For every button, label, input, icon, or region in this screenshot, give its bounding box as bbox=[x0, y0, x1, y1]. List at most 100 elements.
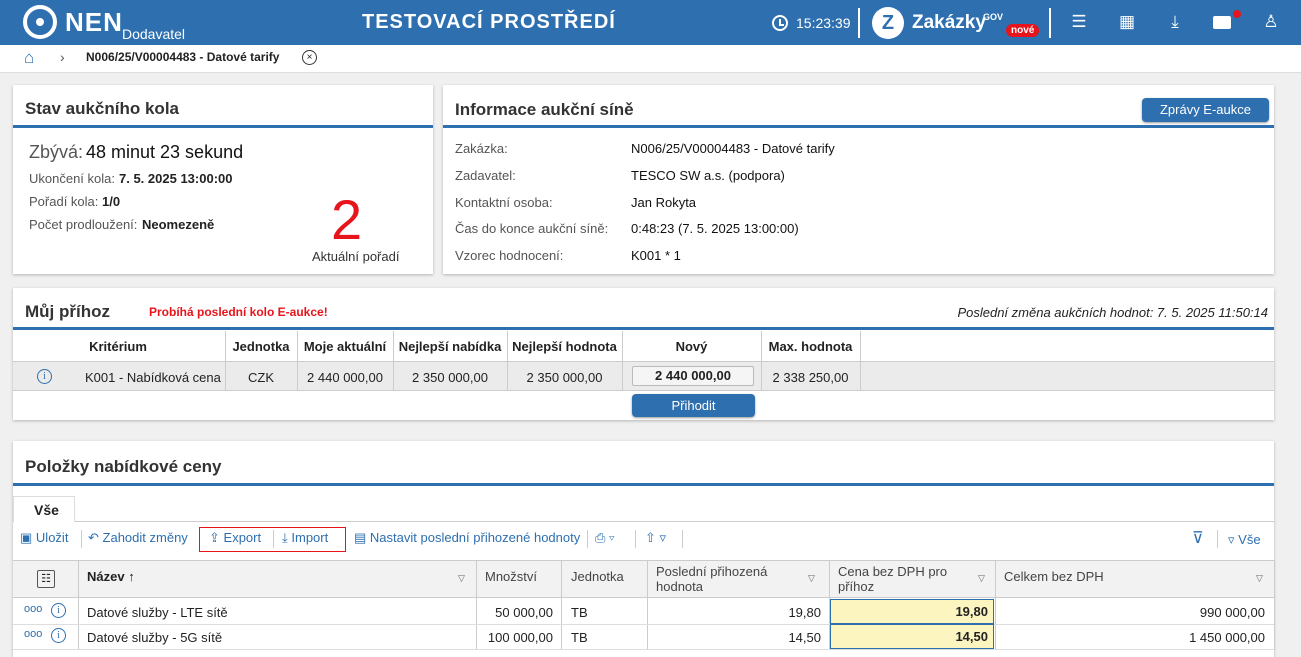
col-header-name[interactable]: Název ↑ bbox=[87, 569, 135, 606]
new-bid-input[interactable]: 2 440 000,00 bbox=[632, 366, 754, 386]
home-icon[interactable]: ⌂ bbox=[24, 48, 34, 68]
chevron-right-icon: › bbox=[60, 49, 65, 65]
export-icon: ⇪ bbox=[209, 530, 220, 545]
save-button[interactable]: ▣ Uložit bbox=[20, 530, 68, 546]
environment-title: TESTOVACÍ PROSTŘEDÍ bbox=[362, 11, 616, 33]
info-icon[interactable]: i bbox=[51, 628, 66, 643]
best-value-cell: 2 350 000,00 bbox=[526, 370, 603, 385]
extensions-value: Neomezeně bbox=[142, 217, 215, 232]
calendar-icon[interactable]: ▦ bbox=[1117, 12, 1137, 32]
auction-messages-button[interactable]: Zprávy E-aukce bbox=[1142, 98, 1269, 122]
divider bbox=[443, 125, 1274, 128]
share-menu-button[interactable]: ⇧ ▿ bbox=[645, 530, 666, 546]
item-total: 990 000,00 bbox=[1199, 605, 1265, 620]
chevron-down-icon[interactable]: ▽ bbox=[1256, 573, 1263, 584]
item-quantity: 50 000,00 bbox=[495, 605, 553, 620]
discard-label: Zahodit změny bbox=[102, 530, 188, 545]
discard-changes-button[interactable]: ↶ Zahodit změny bbox=[88, 530, 188, 546]
place-bid-button[interactable]: Přihodit bbox=[632, 394, 755, 417]
divider bbox=[561, 560, 562, 650]
column-settings-icon[interactable]: ☷ bbox=[37, 570, 55, 588]
col-header-best-value: Nejlepší hodnota bbox=[512, 339, 617, 354]
divider bbox=[13, 483, 1274, 486]
user-icon[interactable]: ♙ bbox=[1261, 12, 1281, 32]
info-value: K001 * 1 bbox=[631, 248, 681, 263]
col-header-criterion: Kritérium bbox=[89, 339, 147, 354]
new-badge: nové bbox=[1006, 24, 1040, 37]
chevron-down-icon[interactable]: ▽ bbox=[978, 573, 985, 584]
item-price-input[interactable]: 19,80 bbox=[830, 599, 994, 624]
info-value: N006/25/V00004483 - Datové tarify bbox=[631, 141, 835, 156]
download-icon[interactable]: ⤓ bbox=[1165, 12, 1185, 32]
info-value: TESCO SW a.s. (podpora) bbox=[631, 168, 785, 183]
mail-icon[interactable] bbox=[1213, 16, 1231, 29]
card-title: Můj příhoz bbox=[25, 302, 110, 321]
auction-info-card: Informace aukční síně Zprávy E-aukce Zak… bbox=[443, 85, 1274, 274]
col-header-last-bid[interactable]: Poslední přihozená hodnota bbox=[656, 564, 786, 601]
chevron-down-icon[interactable]: ▽ bbox=[458, 573, 465, 584]
item-name: Datové služby - LTE sítě bbox=[87, 605, 228, 620]
brand-name[interactable]: NEN bbox=[65, 7, 123, 38]
info-icon[interactable]: i bbox=[37, 369, 52, 384]
print-icon: ⎙ bbox=[595, 530, 606, 545]
tab-all[interactable]: Vše bbox=[13, 496, 75, 522]
col-header-unit[interactable]: Jednotka bbox=[571, 569, 624, 606]
extensions-label: Počet prodloužení: bbox=[29, 217, 138, 232]
info-label: Čas do konce aukční síně: bbox=[455, 221, 609, 236]
col-header-price[interactable]: Cena bez DPH pro příhoz bbox=[838, 564, 968, 601]
info-icon[interactable]: i bbox=[51, 603, 66, 618]
chevron-down-icon[interactable]: ▽ bbox=[808, 573, 815, 584]
current-rank: 2 bbox=[331, 188, 363, 251]
item-last-bid: 19,80 bbox=[788, 605, 821, 620]
sort-ascending-icon: ↑ bbox=[128, 569, 135, 584]
end-value: 7. 5. 2025 13:00:00 bbox=[119, 171, 233, 186]
view-filter-dropdown[interactable]: ▿ Vše bbox=[1228, 532, 1261, 548]
more-options-icon[interactable]: ooo bbox=[24, 603, 42, 615]
import-button[interactable]: ⤓ Import bbox=[282, 530, 328, 546]
zakazky-title[interactable]: Zakázky bbox=[912, 12, 986, 34]
save-label: Uložit bbox=[35, 530, 69, 545]
divider bbox=[13, 624, 1274, 625]
col-header-max: Max. hodnota bbox=[768, 339, 853, 354]
breadcrumb-current[interactable]: N006/25/V00004483 - Datové tarify bbox=[86, 50, 279, 64]
close-icon[interactable]: × bbox=[302, 50, 317, 65]
col-header-quantity[interactable]: Množství bbox=[485, 569, 537, 606]
card-title: Stav aukčního kola bbox=[25, 99, 179, 118]
chevron-down-icon: ▿ bbox=[1228, 532, 1235, 547]
rank-label: Aktuální pořadí bbox=[312, 249, 400, 264]
set-last-label: Nastavit poslední přihozené hodnoty bbox=[369, 530, 581, 545]
divider bbox=[273, 530, 274, 548]
breadcrumb: ⌂ › N006/25/V00004483 - Datové tarify × bbox=[0, 45, 1301, 73]
divider bbox=[13, 125, 433, 128]
save-icon: ▣ bbox=[20, 530, 33, 545]
print-menu-button[interactable]: ⎙ ▿ bbox=[595, 530, 615, 546]
item-price-input[interactable]: 14,50 bbox=[830, 624, 994, 649]
clock-icon bbox=[772, 15, 788, 31]
col-header-total[interactable]: Celkem bez DPH bbox=[1004, 569, 1104, 606]
info-value: Jan Rokyta bbox=[631, 195, 697, 210]
share-icon: ⇧ bbox=[645, 530, 656, 545]
item-unit: TB bbox=[571, 605, 588, 620]
info-label: Zakázka: bbox=[455, 141, 508, 156]
export-button[interactable]: ⇪ Export bbox=[209, 530, 261, 546]
item-total: 1 450 000,00 bbox=[1189, 630, 1265, 645]
divider bbox=[587, 530, 588, 548]
set-last-bid-values-button[interactable]: ▤ Nastavit poslední přihozené hodnoty bbox=[354, 530, 580, 546]
item-name: Datové služby - 5G sítě bbox=[87, 630, 223, 645]
nen-logo-icon[interactable] bbox=[23, 5, 57, 39]
divider bbox=[1274, 560, 1275, 650]
info-label: Zadavatel: bbox=[455, 168, 516, 183]
import-icon: ⤓ bbox=[282, 530, 288, 545]
more-options-icon[interactable]: ooo bbox=[24, 628, 42, 640]
filter-icon[interactable]: ⊽ bbox=[1192, 528, 1204, 548]
top-bar: NEN Dodavatel TESTOVACÍ PROSTŘEDÍ 15:23:… bbox=[0, 0, 1301, 45]
col-header-new: Nový bbox=[675, 339, 708, 354]
col-header-name-label: Název bbox=[87, 569, 125, 584]
zakazky-logo-icon[interactable]: Z bbox=[872, 7, 904, 39]
session-time: 15:23:39 bbox=[796, 15, 851, 31]
col-header-unit: Jednotka bbox=[232, 339, 290, 354]
menu-icon[interactable]: ☰ bbox=[1069, 12, 1089, 32]
info-label: Vzorec hodnocení: bbox=[455, 248, 564, 263]
divider bbox=[13, 649, 1274, 650]
divider bbox=[858, 8, 860, 38]
